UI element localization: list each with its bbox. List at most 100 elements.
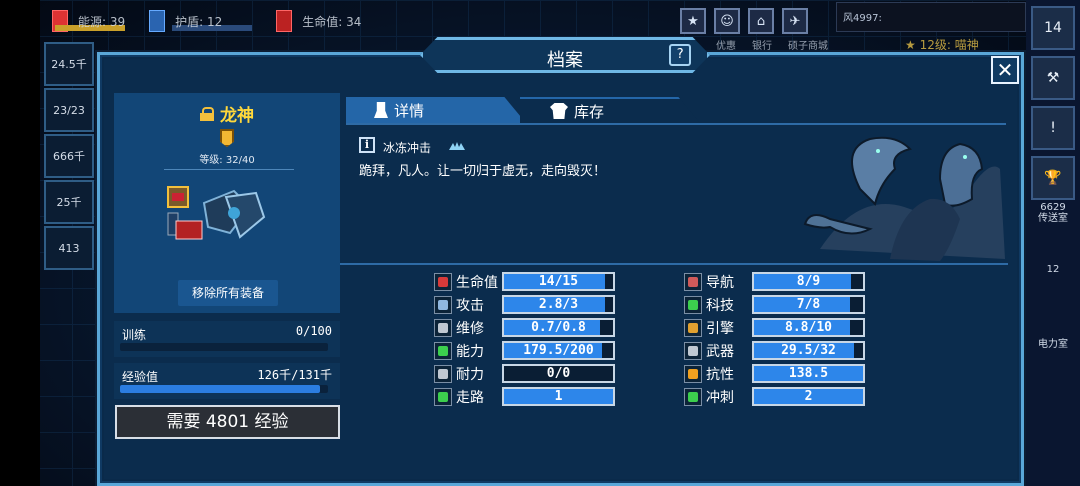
crate-value: 413: [58, 241, 80, 255]
stat-row: 引擎 8.8/10: [684, 317, 865, 338]
teleport-room-label: 传送室: [1038, 213, 1068, 224]
ability-icon: [434, 341, 452, 360]
stat-bar: 2: [752, 387, 865, 406]
stat-value: 8.8/10: [785, 320, 832, 335]
chat-button[interactable]: 14: [1031, 6, 1075, 50]
stat-row: 武器 29.5/32: [684, 340, 865, 361]
stat-row: 走路 1: [434, 386, 615, 407]
profile-dialog: 档案 ? ✕ 龙神 等级: 32/40 移除所有装备 训练 0/100 经验值: [97, 37, 1024, 486]
stat-value: 7/8: [796, 297, 821, 312]
hud-menu-buttons: ★ ☺ ⌂ ✈: [680, 8, 808, 34]
stat-row: 导航 8/9: [684, 271, 865, 292]
stat-bar: 29.5/32: [752, 341, 865, 360]
lock-icon[interactable]: [200, 106, 214, 121]
character-card: 龙神 等级: 32/40 移除所有装备: [114, 93, 340, 313]
experience-row: 经验值 126千/131千: [114, 363, 340, 399]
chat-badge: 14: [1044, 20, 1062, 36]
character-name-row: 龙神: [114, 101, 340, 126]
engine-icon: [684, 318, 702, 337]
flask-icon: [684, 295, 702, 314]
experience-bar-fill: [120, 385, 320, 393]
need-experience-button[interactable]: 需要 4801 经验: [115, 405, 340, 439]
training-value: 0/100: [295, 324, 332, 338]
crew-value: 23/23: [53, 103, 85, 117]
tab-inventory-label: 库存: [574, 102, 605, 121]
hydra-portrait: [803, 136, 1005, 261]
stat-bar: 0/0: [502, 364, 615, 383]
right-sidebar: 14 ⚒ ! 🏆 6629 传送室 12 电力室: [1026, 0, 1080, 486]
navigation-icon: [684, 272, 702, 291]
walk-icon: [434, 387, 452, 406]
stat-value: 14/15: [538, 274, 579, 289]
stat-bar: 7/8: [752, 295, 865, 314]
shirt-icon: [550, 103, 568, 119]
health-icon: [276, 10, 293, 32]
shop-button[interactable]: ✈: [782, 8, 808, 34]
shield-icon: [149, 10, 166, 32]
stat-row: 生命值 14/15: [434, 271, 615, 292]
close-button[interactable]: ✕: [991, 56, 1019, 84]
tab-details-label: 详情: [394, 101, 425, 120]
stat-value: 2.8/3: [538, 297, 579, 312]
tab-details[interactable]: 详情: [346, 97, 526, 123]
character-sprite: [167, 186, 266, 240]
stat-value: 179.5/200: [523, 343, 594, 358]
flame-icon: [684, 364, 702, 383]
bank-button[interactable]: ⌂: [748, 8, 774, 34]
star-button[interactable]: ★: [680, 8, 706, 34]
stat-bar: 138.5: [752, 364, 865, 383]
sidebar-item-money[interactable]: 24.5千: [44, 42, 94, 86]
shop-label: 硕子商城: [788, 41, 828, 52]
sword-icon: [434, 295, 452, 314]
sidebar-item-crew[interactable]: 23/23: [44, 88, 94, 132]
stat-bar: 14/15: [502, 272, 615, 291]
room-level: 12: [1046, 264, 1060, 275]
player-id: 风4997:: [843, 13, 882, 24]
stats-divider: [340, 263, 1008, 265]
skill-name: 冰冻冲击: [383, 141, 432, 155]
alert-icon[interactable]: !: [1031, 106, 1075, 150]
player-rank: ★ 12级: 喵神: [905, 38, 979, 52]
stat-label: 生命值: [456, 274, 498, 291]
stat-label: 武器: [706, 343, 734, 360]
training-bar: [120, 343, 328, 351]
help-button[interactable]: ?: [669, 44, 691, 66]
stat-label: 维修: [456, 320, 484, 337]
wrench-icon: [434, 318, 452, 337]
training-row: 训练 0/100: [114, 321, 340, 357]
stat-label: 攻击: [456, 297, 484, 314]
experience-value: 126千/131千: [257, 368, 332, 382]
money-value: 24.5千: [51, 58, 87, 71]
left-sidebar: 24.5千 23/23 666千 25千 413: [44, 42, 94, 272]
sidebar-item-crystal[interactable]: 666千: [44, 134, 94, 178]
trophy-icon[interactable]: 🏆: [1031, 156, 1075, 200]
sidebar-item-orb[interactable]: 25千: [44, 180, 94, 224]
health-stat: 生命值: 34: [302, 14, 362, 29]
offers-label: 优惠: [716, 41, 736, 52]
stat-value: 0/0: [546, 366, 571, 381]
stat-row: 冲刺 2: [684, 386, 865, 407]
screen-edge: [0, 0, 40, 486]
stat-value: 8/9: [796, 274, 821, 289]
character-level: 等级: 32/40: [199, 155, 255, 166]
sprint-icon: [684, 387, 702, 406]
stat-label: 抗性: [706, 366, 734, 383]
stat-bar: 8/9: [752, 272, 865, 291]
ice-wave-icon: [449, 142, 465, 150]
remove-all-equipment-button[interactable]: 移除所有装备: [178, 280, 278, 306]
character-quote: 跪拜，凡人。让一切归于虚无，走向毁灭！: [359, 164, 607, 179]
stat-value: 1: [554, 389, 563, 404]
info-icon: i: [359, 137, 375, 153]
stat-label: 冲刺: [706, 389, 734, 406]
stat-row: 科技 7/8: [684, 294, 865, 315]
build-hammer-icon[interactable]: ⚒: [1031, 56, 1075, 100]
tab-inventory[interactable]: 库存: [520, 97, 700, 123]
crosshair-icon: [684, 341, 702, 360]
power-room-label: 电力室: [1038, 339, 1068, 350]
orb-value: 25千: [56, 196, 82, 209]
sidebar-item-crate[interactable]: 413: [44, 226, 94, 270]
offers-button[interactable]: ☺: [714, 8, 740, 34]
stat-value: 0.7/0.8: [531, 320, 586, 335]
stat-label: 引擎: [706, 320, 734, 337]
boot-icon: [434, 364, 452, 383]
